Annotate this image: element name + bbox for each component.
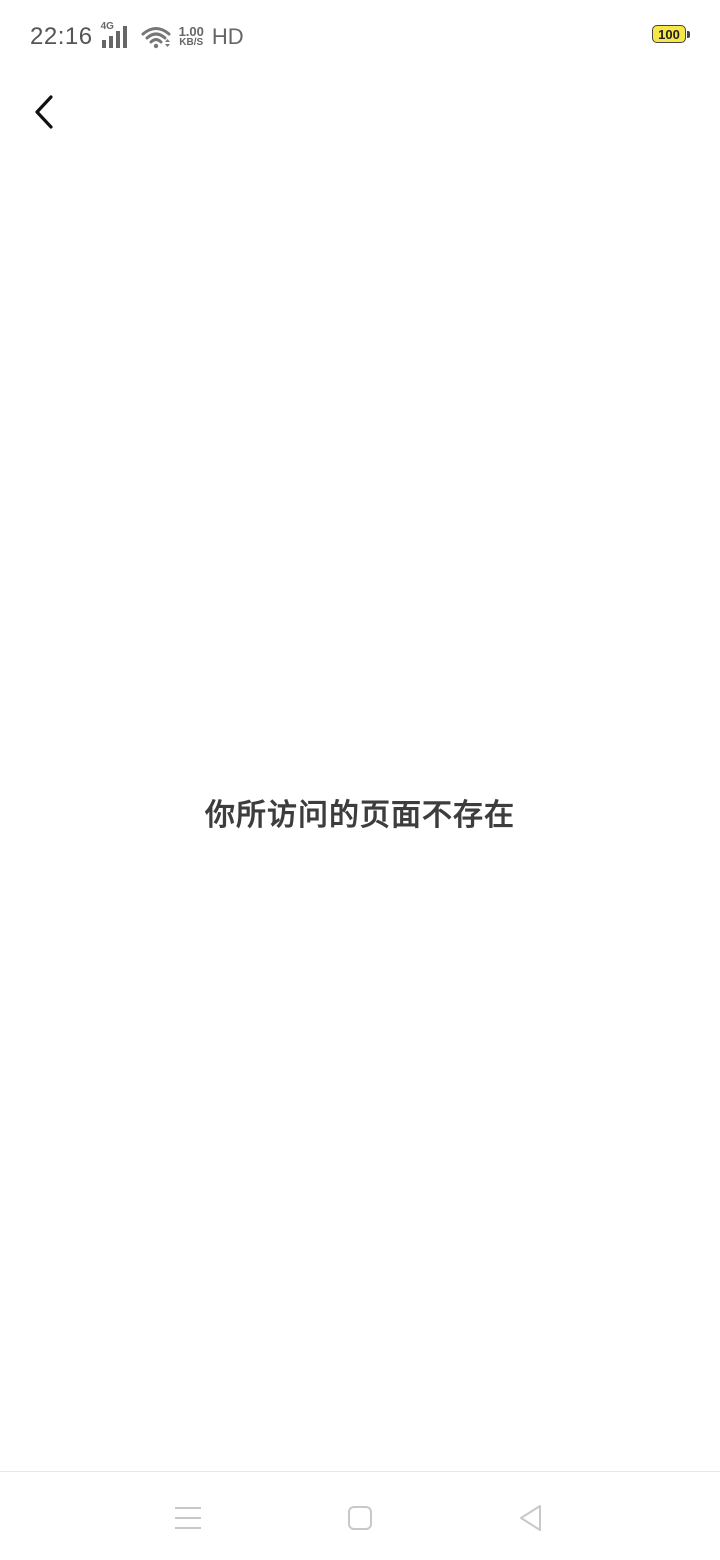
menu-icon: [175, 1507, 201, 1529]
nav-home-button[interactable]: [340, 1498, 380, 1538]
speed-unit: KB/S: [179, 37, 204, 48]
hd-label: HD: [211, 24, 244, 49]
nav-back-button[interactable]: [510, 1498, 550, 1538]
back-triangle-icon: [520, 1505, 541, 1531]
page-not-found-message: 你所访问的页面不存在: [205, 798, 515, 833]
wifi-icon: [141, 25, 171, 49]
status-left: 22:16 4G 1.00 KB/S HD: [30, 20, 244, 54]
screen: 22:16 4G 1.00 KB/S HD 100 你所访问的页面不存在: [0, 0, 720, 1560]
battery-body: 100: [652, 25, 686, 43]
battery-icon: 100: [652, 25, 690, 45]
speed-value: 1.00: [178, 24, 204, 39]
back-button[interactable]: [18, 86, 70, 138]
battery-level: 100: [658, 26, 680, 42]
navigation-bar: [0, 1471, 720, 1560]
home-icon: [348, 1506, 372, 1530]
network-speed: 1.00 KB/S: [178, 24, 204, 48]
status-time: 22:16: [30, 23, 93, 50]
signal-icon: 4G: [101, 21, 133, 50]
status-bar: 22:16 4G 1.00 KB/S HD 100: [0, 0, 720, 72]
battery-tip: [687, 31, 690, 38]
chevron-left-icon: [35, 95, 53, 129]
nav-menu-button[interactable]: [168, 1498, 208, 1538]
